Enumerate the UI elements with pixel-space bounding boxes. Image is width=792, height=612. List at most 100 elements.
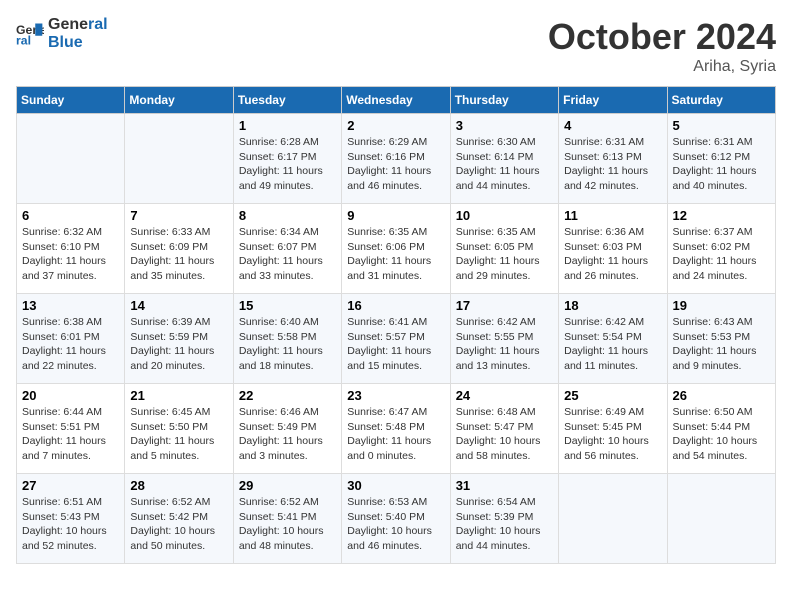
day-cell: 15 Sunrise: 6:40 AMSunset: 5:58 PMDayligh… — [233, 294, 341, 384]
day-info: Sunrise: 6:51 AMSunset: 5:43 PMDaylight:… — [22, 495, 119, 554]
day-info: Sunrise: 6:48 AMSunset: 5:47 PMDaylight:… — [456, 405, 553, 464]
day-number: 13 — [22, 298, 119, 313]
day-info: Sunrise: 6:52 AMSunset: 5:42 PMDaylight:… — [130, 495, 227, 554]
day-number: 5 — [673, 118, 770, 133]
week-row-5: 27 Sunrise: 6:51 AMSunset: 5:43 PMDayligh… — [17, 474, 776, 564]
logo-icon: Gene ral — [16, 20, 44, 48]
day-info: Sunrise: 6:31 AMSunset: 6:13 PMDaylight:… — [564, 135, 661, 194]
day-info: Sunrise: 6:54 AMSunset: 5:39 PMDaylight:… — [456, 495, 553, 554]
day-cell: 26Sunrise: 6:50 AMSunset: 5:44 PMDayligh… — [667, 384, 775, 474]
day-cell: 9 Sunrise: 6:35 AMSunset: 6:06 PMDaylight… — [342, 204, 450, 294]
day-info: Sunrise: 6:42 AMSunset: 5:55 PMDaylight:… — [456, 315, 553, 374]
day-cell: 17 Sunrise: 6:42 AMSunset: 5:55 PMDayligh… — [450, 294, 558, 384]
day-info: Sunrise: 6:30 AMSunset: 6:14 PMDaylight:… — [456, 135, 553, 194]
day-cell: 8 Sunrise: 6:34 AMSunset: 6:07 PMDaylight… — [233, 204, 341, 294]
day-cell: 3 Sunrise: 6:30 AMSunset: 6:14 PMDaylight… — [450, 114, 558, 204]
title-block: October 2024 Ariha, Syria — [548, 16, 776, 76]
day-info: Sunrise: 6:28 AMSunset: 6:17 PMDaylight:… — [239, 135, 336, 194]
day-cell: 21 Sunrise: 6:45 AMSunset: 5:50 PMDayligh… — [125, 384, 233, 474]
day-cell — [559, 474, 667, 564]
week-row-4: 20 Sunrise: 6:44 AMSunset: 5:51 PMDayligh… — [17, 384, 776, 474]
day-cell: 19Sunrise: 6:43 AMSunset: 5:53 PMDayligh… — [667, 294, 775, 384]
day-cell: 4Sunrise: 6:31 AMSunset: 6:13 PMDaylight… — [559, 114, 667, 204]
day-info: Sunrise: 6:31 AMSunset: 6:12 PMDaylight:… — [673, 135, 770, 194]
day-info: Sunrise: 6:44 AMSunset: 5:51 PMDaylight:… — [22, 405, 119, 464]
day-info: Sunrise: 6:35 AMSunset: 6:06 PMDaylight:… — [347, 225, 444, 284]
day-cell: 18 Sunrise: 6:42 AMSunset: 5:54 PMDayligh… — [559, 294, 667, 384]
day-cell: 30Sunrise: 6:53 AMSunset: 5:40 PMDayligh… — [342, 474, 450, 564]
logo-blue: Blue — [48, 34, 108, 52]
svg-text:ral: ral — [16, 33, 31, 47]
day-cell: 7Sunrise: 6:33 AMSunset: 6:09 PMDaylight… — [125, 204, 233, 294]
day-info: Sunrise: 6:41 AMSunset: 5:57 PMDaylight:… — [347, 315, 444, 374]
day-number: 6 — [22, 208, 119, 223]
logo-ral: ral — [88, 16, 108, 33]
day-cell: 14 Sunrise: 6:39 AMSunset: 5:59 PMDayligh… — [125, 294, 233, 384]
week-row-3: 13 Sunrise: 6:38 AMSunset: 6:01 PMDayligh… — [17, 294, 776, 384]
day-cell — [17, 114, 125, 204]
day-number: 31 — [456, 478, 553, 493]
day-cell — [125, 114, 233, 204]
day-cell: 28Sunrise: 6:52 AMSunset: 5:42 PMDayligh… — [125, 474, 233, 564]
month-title: October 2024 — [548, 16, 776, 58]
day-number: 11 — [564, 208, 661, 223]
day-cell: 16 Sunrise: 6:41 AMSunset: 5:57 PMDayligh… — [342, 294, 450, 384]
day-info: Sunrise: 6:46 AMSunset: 5:49 PMDaylight:… — [239, 405, 336, 464]
day-cell: 10Sunrise: 6:35 AMSunset: 6:05 PMDayligh… — [450, 204, 558, 294]
day-info: Sunrise: 6:34 AMSunset: 6:07 PMDaylight:… — [239, 225, 336, 284]
day-number: 17 — [456, 298, 553, 313]
day-cell: 13 Sunrise: 6:38 AMSunset: 6:01 PMDayligh… — [17, 294, 125, 384]
day-number: 3 — [456, 118, 553, 133]
day-number: 15 — [239, 298, 336, 313]
day-cell: 22 Sunrise: 6:46 AMSunset: 5:49 PMDayligh… — [233, 384, 341, 474]
day-number: 9 — [347, 208, 444, 223]
day-info: Sunrise: 6:35 AMSunset: 6:05 PMDaylight:… — [456, 225, 553, 284]
day-number: 14 — [130, 298, 227, 313]
day-info: Sunrise: 6:50 AMSunset: 5:44 PMDaylight:… — [673, 405, 770, 464]
day-number: 16 — [347, 298, 444, 313]
day-cell: 1 Sunrise: 6:28 AMSunset: 6:17 PMDaylight… — [233, 114, 341, 204]
day-number: 1 — [239, 118, 336, 133]
day-cell — [667, 474, 775, 564]
day-info: Sunrise: 6:32 AMSunset: 6:10 PMDaylight:… — [22, 225, 119, 284]
day-cell: 12Sunrise: 6:37 AMSunset: 6:02 PMDayligh… — [667, 204, 775, 294]
day-cell: 27 Sunrise: 6:51 AMSunset: 5:43 PMDayligh… — [17, 474, 125, 564]
day-cell: 29Sunrise: 6:52 AMSunset: 5:41 PMDayligh… — [233, 474, 341, 564]
day-number: 22 — [239, 388, 336, 403]
day-number: 21 — [130, 388, 227, 403]
day-cell: 31 Sunrise: 6:54 AMSunset: 5:39 PMDayligh… — [450, 474, 558, 564]
column-header-monday: Monday — [125, 87, 233, 114]
day-info: Sunrise: 6:33 AMSunset: 6:09 PMDaylight:… — [130, 225, 227, 284]
day-cell: 25Sunrise: 6:49 AMSunset: 5:45 PMDayligh… — [559, 384, 667, 474]
day-cell: 11Sunrise: 6:36 AMSunset: 6:03 PMDayligh… — [559, 204, 667, 294]
day-number: 12 — [673, 208, 770, 223]
column-header-thursday: Thursday — [450, 87, 558, 114]
day-number: 8 — [239, 208, 336, 223]
day-cell: 24Sunrise: 6:48 AMSunset: 5:47 PMDayligh… — [450, 384, 558, 474]
day-number: 27 — [22, 478, 119, 493]
day-number: 20 — [22, 388, 119, 403]
day-cell: 6 Sunrise: 6:32 AMSunset: 6:10 PMDaylight… — [17, 204, 125, 294]
day-number: 23 — [347, 388, 444, 403]
column-header-saturday: Saturday — [667, 87, 775, 114]
day-info: Sunrise: 6:42 AMSunset: 5:54 PMDaylight:… — [564, 315, 661, 374]
day-info: Sunrise: 6:45 AMSunset: 5:50 PMDaylight:… — [130, 405, 227, 464]
day-info: Sunrise: 6:43 AMSunset: 5:53 PMDaylight:… — [673, 315, 770, 374]
day-cell: 23Sunrise: 6:47 AMSunset: 5:48 PMDayligh… — [342, 384, 450, 474]
column-header-sunday: Sunday — [17, 87, 125, 114]
column-header-wednesday: Wednesday — [342, 87, 450, 114]
day-cell: 5 Sunrise: 6:31 AMSunset: 6:12 PMDaylight… — [667, 114, 775, 204]
day-info: Sunrise: 6:38 AMSunset: 6:01 PMDaylight:… — [22, 315, 119, 374]
day-info: Sunrise: 6:40 AMSunset: 5:58 PMDaylight:… — [239, 315, 336, 374]
day-info: Sunrise: 6:53 AMSunset: 5:40 PMDaylight:… — [347, 495, 444, 554]
day-info: Sunrise: 6:39 AMSunset: 5:59 PMDaylight:… — [130, 315, 227, 374]
page-header: Gene ral General Blue October 2024 Ariha… — [16, 16, 776, 76]
day-number: 18 — [564, 298, 661, 313]
column-header-friday: Friday — [559, 87, 667, 114]
day-number: 29 — [239, 478, 336, 493]
header-row: SundayMondayTuesdayWednesdayThursdayFrid… — [17, 87, 776, 114]
day-info: Sunrise: 6:49 AMSunset: 5:45 PMDaylight:… — [564, 405, 661, 464]
day-cell: 2Sunrise: 6:29 AMSunset: 6:16 PMDaylight… — [342, 114, 450, 204]
location: Ariha, Syria — [548, 58, 776, 76]
logo-general: Gene — [48, 16, 88, 33]
